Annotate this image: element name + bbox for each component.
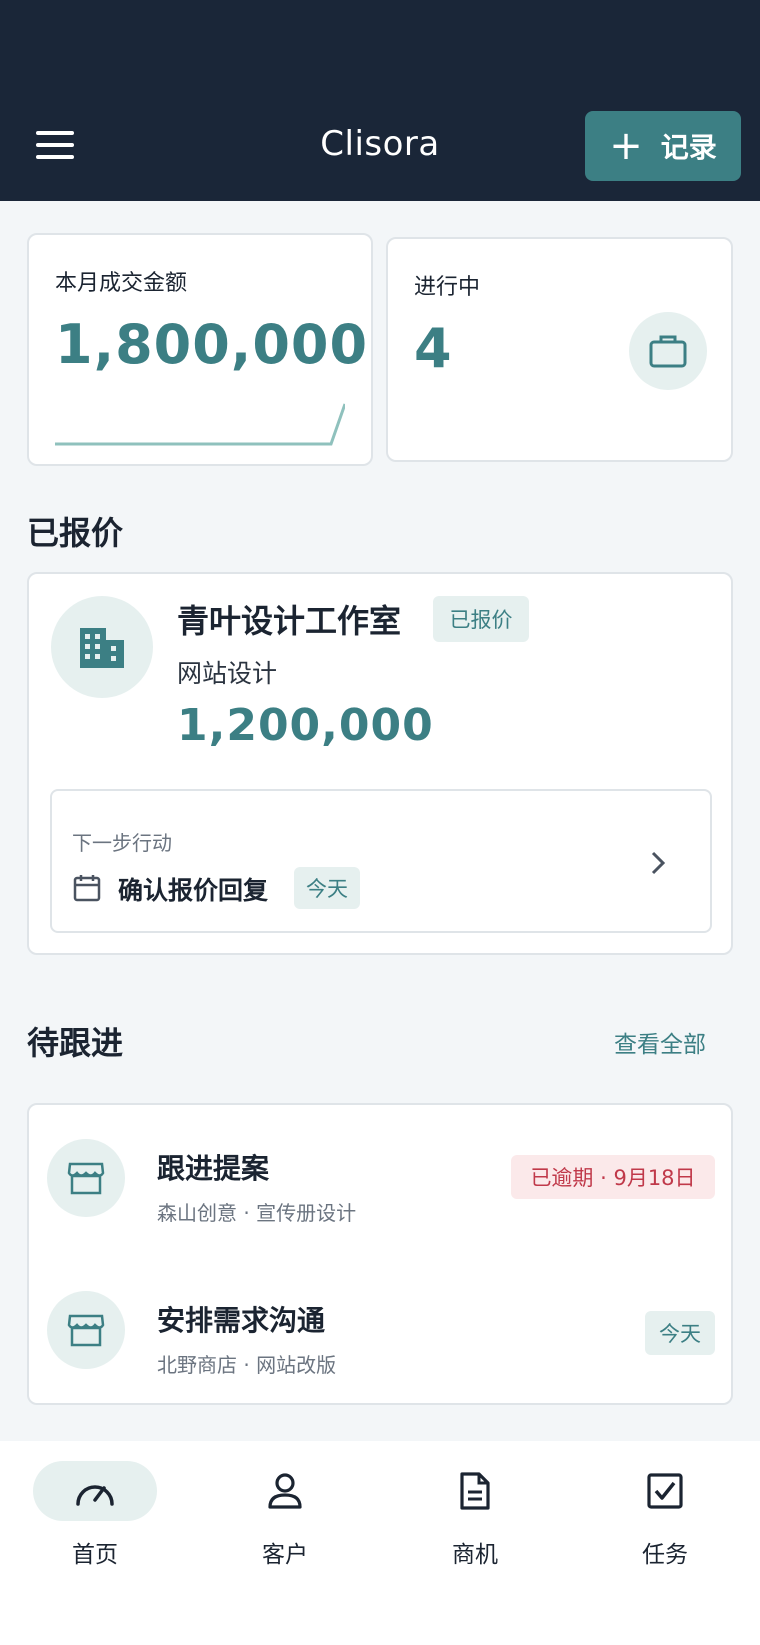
app-header: Clisora + 记录 xyxy=(0,0,760,201)
next-action-text: 确认报价回复 xyxy=(118,876,269,905)
briefcase-icon xyxy=(629,312,707,390)
quoted-section-title: 已报价 xyxy=(27,514,124,552)
record-button-label: 记录 xyxy=(660,131,717,164)
task-subtitle: 森山创意 · 宣传册设计 xyxy=(157,1201,357,1225)
in-progress-value: 4 xyxy=(414,317,453,380)
company-name: 青叶设计工作室 xyxy=(177,602,402,640)
document-icon xyxy=(460,1472,490,1510)
monthly-amount-value: 1,800,000 xyxy=(55,313,369,376)
task-title: 跟进提案 xyxy=(157,1152,270,1185)
nav-customers-label: 客户 xyxy=(262,1542,308,1568)
next-action-label: 下一步行动 xyxy=(72,831,172,855)
deal-amount: 1,200,000 xyxy=(177,700,434,751)
calendar-icon xyxy=(73,875,101,902)
status-badge: 已报价 xyxy=(433,596,529,642)
followups-card: 跟进提案 森山创意 · 宣传册设计 已逾期 · 9月18日 安排需求沟通 北野商… xyxy=(27,1103,733,1405)
followups-section-title: 待跟进 xyxy=(27,1024,124,1062)
add-record-button[interactable]: + 记录 xyxy=(585,111,741,181)
task-subtitle: 北野商店 · 网站改版 xyxy=(157,1353,337,1377)
checkbox-icon xyxy=(647,1473,683,1509)
store-icon xyxy=(47,1291,125,1369)
view-all-link[interactable]: 查看全部 xyxy=(614,1025,706,1059)
overdue-badge: 已逾期 · 9月18日 xyxy=(511,1155,715,1199)
nav-customers[interactable]: 客户 xyxy=(215,1461,355,1571)
nav-home[interactable]: 首页 xyxy=(25,1461,165,1571)
today-badge: 今天 xyxy=(645,1311,715,1355)
dashboard-icon xyxy=(76,1485,114,1506)
nav-deals-label: 商机 xyxy=(452,1542,498,1568)
project-name: 网站设计 xyxy=(177,659,278,688)
monthly-amount-card[interactable]: 本月成交金额 1,800,000 xyxy=(27,233,373,466)
next-action-box[interactable]: 下一步行动 确认报价回复 今天 xyxy=(50,789,712,933)
task-title: 安排需求沟通 xyxy=(157,1304,326,1337)
bottom-nav: 首页 客户 商机 任务 xyxy=(0,1441,760,1645)
due-badge: 今天 xyxy=(294,867,360,909)
in-progress-label: 进行中 xyxy=(414,275,481,300)
nav-deals[interactable]: 商机 xyxy=(405,1461,545,1571)
nav-tasks[interactable]: 任务 xyxy=(595,1461,735,1571)
nav-home-label: 首页 xyxy=(72,1542,118,1568)
chevron-right-icon xyxy=(651,851,666,875)
monthly-amount-label: 本月成交金额 xyxy=(55,271,188,296)
in-progress-card[interactable]: 进行中 4 xyxy=(386,237,733,462)
person-icon xyxy=(268,1473,302,1509)
trend-sparkline xyxy=(55,403,345,446)
list-item[interactable]: 安排需求沟通 北野商店 · 网站改版 今天 xyxy=(29,1255,731,1405)
list-item[interactable]: 跟进提案 森山创意 · 宣传册设计 已逾期 · 9月18日 xyxy=(29,1105,731,1255)
building-icon xyxy=(51,596,153,698)
plus-icon: + xyxy=(609,123,643,169)
nav-tasks-label: 任务 xyxy=(642,1542,688,1568)
store-icon xyxy=(47,1139,125,1217)
quoted-deal-card[interactable]: 青叶设计工作室 已报价 网站设计 1,200,000 下一步行动 确认报价回复 … xyxy=(27,572,733,955)
